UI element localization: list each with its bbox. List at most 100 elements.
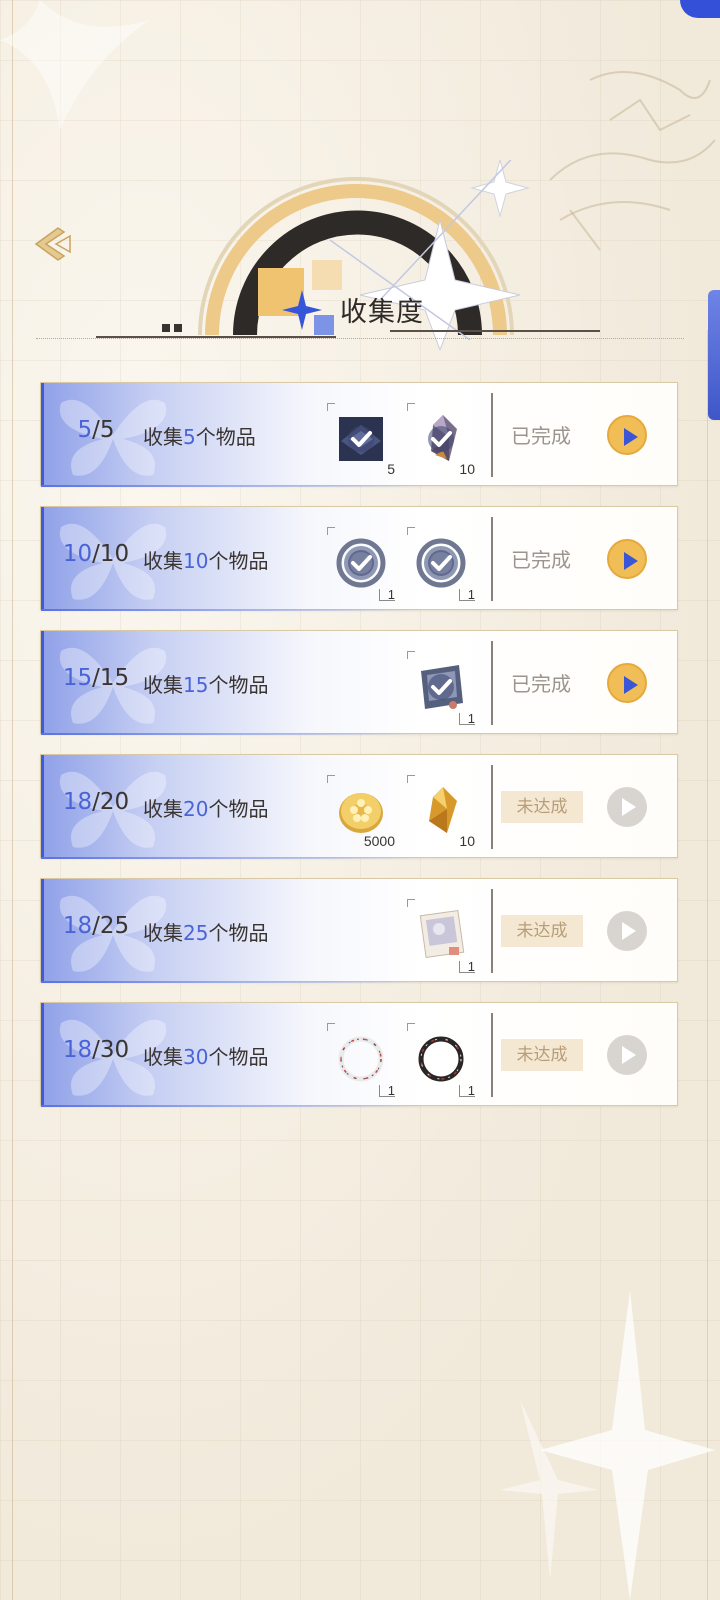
- row-divider: [491, 1013, 493, 1097]
- task-progress: 15/15: [55, 665, 137, 691]
- desc-suffix: 个物品: [195, 425, 256, 449]
- desc-number: 30: [183, 1045, 209, 1069]
- task-progress: 18/30: [55, 1037, 137, 1063]
- reward-item[interactable]: 10: [407, 775, 475, 849]
- play-button[interactable]: [607, 663, 647, 703]
- desc-number: 10: [183, 549, 209, 573]
- task-description: 收集10个物品: [143, 545, 268, 574]
- desc-number: 5: [183, 425, 196, 449]
- status-label: 已完成: [511, 672, 571, 696]
- task-description: 收集30个物品: [143, 1041, 268, 1070]
- reward-quantity: 1: [458, 712, 475, 725]
- reward-quantity: 10: [459, 833, 475, 849]
- reward-item[interactable]: 1: [407, 651, 475, 725]
- header-dotted-line: [36, 338, 684, 339]
- progress-current: 15: [62, 665, 93, 691]
- progress-total: /30: [92, 1037, 130, 1063]
- desc-suffix: 个物品: [208, 921, 269, 945]
- status-label: 已完成: [511, 548, 571, 572]
- desc-prefix: 收集: [143, 549, 183, 573]
- collection-task-list: 5/5 收集5个物品 5 10 已完成 10/10 收集10个物品 1 1 已完成 15/15 收集1…: [40, 382, 678, 1126]
- reward-corner: [407, 1023, 415, 1031]
- play-icon: [624, 428, 638, 446]
- reward-corner: [407, 899, 415, 907]
- status-label: 已完成: [511, 424, 571, 448]
- silver-ring-icon: [333, 535, 389, 591]
- task-row: 18/20 收集20个物品 5000 10 未达成: [40, 754, 678, 859]
- row-divider: [491, 889, 493, 973]
- play-icon: [624, 552, 638, 570]
- task-progress: 18/20: [55, 789, 137, 815]
- header-underline-left: [96, 336, 336, 338]
- reward-item[interactable]: 5000: [327, 775, 395, 849]
- task-progress: 5/5: [55, 417, 137, 443]
- background-sparkle-bottom-right: [500, 1290, 715, 1600]
- row-divider: [491, 765, 493, 849]
- reward-corner: [327, 1023, 335, 1031]
- task-progress: 10/10: [55, 541, 137, 567]
- reward-quantity: 1: [458, 588, 475, 601]
- progress-current: 10: [62, 541, 93, 567]
- desc-suffix: 个物品: [208, 549, 269, 573]
- task-description: 收集25个物品: [143, 917, 268, 946]
- reward-corner: [327, 403, 335, 411]
- progress-total: /10: [92, 541, 130, 567]
- desc-prefix: 收集: [143, 673, 183, 697]
- reward-item[interactable]: 1: [327, 1023, 395, 1097]
- reward-item[interactable]: 1: [327, 527, 395, 601]
- task-row: 5/5 收集5个物品 5 10 已完成: [40, 382, 678, 487]
- status-label: 未达成: [501, 915, 583, 947]
- desc-number: 20: [183, 797, 209, 821]
- progress-total: /20: [92, 789, 130, 815]
- task-description: 收集15个物品: [143, 669, 268, 698]
- desc-number: 25: [183, 921, 209, 945]
- desc-suffix: 个物品: [208, 1045, 269, 1069]
- progress-current: 18: [62, 1037, 93, 1063]
- reward-corner: [407, 775, 415, 783]
- desc-prefix: 收集: [143, 797, 183, 821]
- row-divider: [491, 393, 493, 477]
- dark-crystal-box-icon: [333, 411, 389, 467]
- desc-prefix: 收集: [143, 921, 183, 945]
- reward-item[interactable]: 10: [407, 403, 475, 477]
- reward-item[interactable]: 5: [327, 403, 395, 477]
- desc-suffix: 个物品: [208, 797, 269, 821]
- row-divider: [491, 517, 493, 601]
- photo-frame-icon: [413, 659, 469, 715]
- play-icon: [622, 798, 636, 816]
- play-icon: [622, 1046, 636, 1064]
- status-label: 未达成: [501, 1039, 583, 1071]
- progress-total: /25: [92, 913, 130, 939]
- task-progress: 18/25: [55, 913, 137, 939]
- gold-crystal-icon: [413, 783, 469, 839]
- play-button[interactable]: [607, 911, 647, 951]
- status-label: 未达成: [501, 791, 583, 823]
- desc-suffix: 个物品: [208, 673, 269, 697]
- progress-current: 18: [62, 913, 93, 939]
- silver-ring-icon: [413, 535, 469, 591]
- reward-item[interactable]: 1: [407, 527, 475, 601]
- reward-corner: [327, 775, 335, 783]
- crystal-shard-icon: [413, 411, 469, 467]
- reward-corner: [407, 651, 415, 659]
- frame-line-right: [707, 330, 708, 1600]
- play-button[interactable]: [607, 539, 647, 579]
- top-corner-accent: [680, 0, 720, 18]
- play-button[interactable]: [607, 1035, 647, 1075]
- reward-quantity: 1: [378, 1084, 395, 1097]
- play-button[interactable]: [607, 787, 647, 827]
- progress-total: /5: [92, 417, 115, 443]
- play-icon: [622, 922, 636, 940]
- reward-quantity: 5000: [363, 833, 395, 849]
- reward-item[interactable]: 1: [407, 1023, 475, 1097]
- progress-total: /15: [92, 665, 130, 691]
- task-row: 10/10 收集10个物品 1 1 已完成: [40, 506, 678, 611]
- reward-item[interactable]: 1: [407, 899, 475, 973]
- reward-quantity: 10: [459, 461, 475, 477]
- progress-current: 18: [62, 789, 93, 815]
- reward-quantity: 1: [458, 960, 475, 973]
- reward-corner: [407, 403, 415, 411]
- header-underline-right: [390, 330, 600, 332]
- task-row: 18/25 收集25个物品 1 未达成: [40, 878, 678, 983]
- play-button[interactable]: [607, 415, 647, 455]
